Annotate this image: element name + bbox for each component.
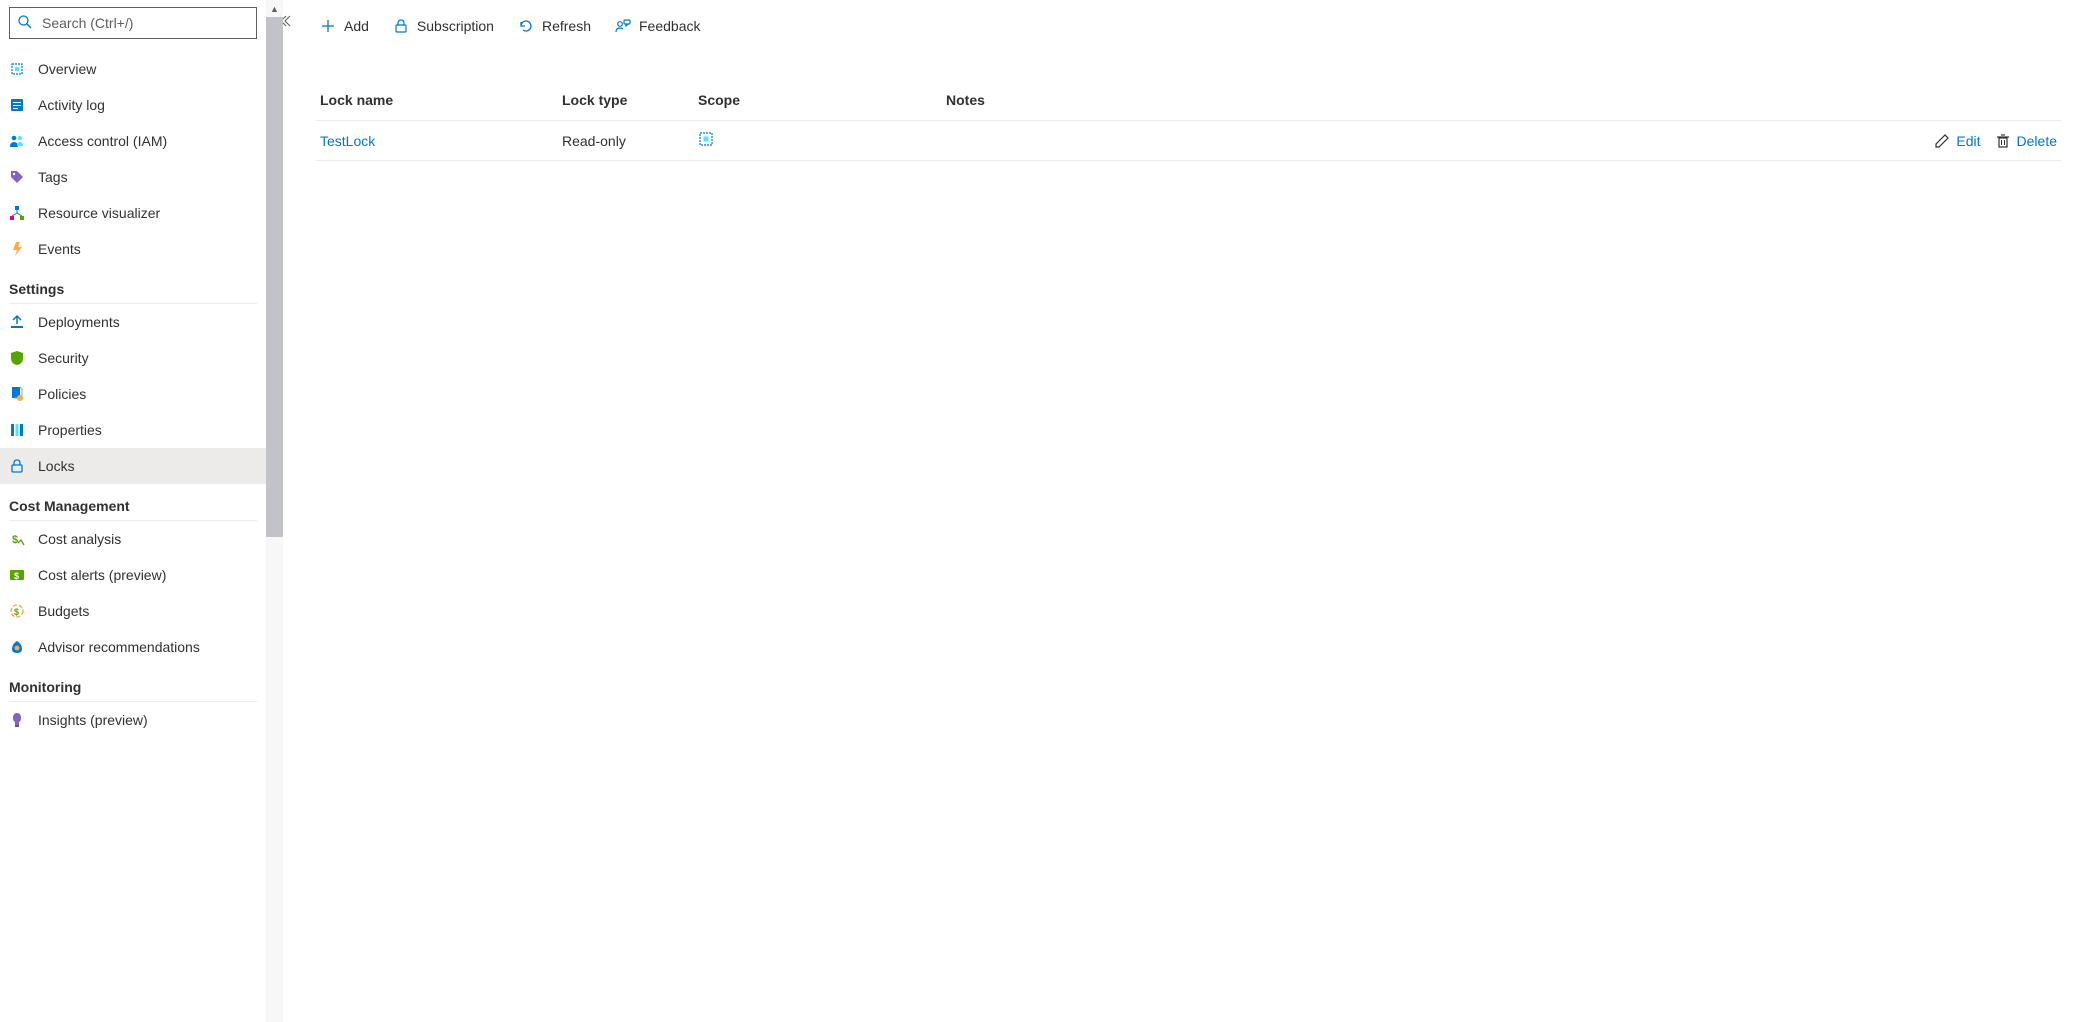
sidebar-item-label: Access control (IAM) [38,133,167,149]
edit-label: Edit [1956,133,1980,149]
toolbar-label: Subscription [417,18,494,34]
column-header-notes[interactable]: Notes [946,92,1861,108]
sidebar-section-settings: Settings [0,267,266,303]
sidebar-item-label: Cost alerts (preview) [38,567,166,583]
sidebar-item-access-control[interactable]: Access control (IAM) [0,123,266,159]
search-input[interactable] [9,7,257,39]
feedback-icon [615,18,631,34]
feedback-button[interactable]: Feedback [611,12,704,40]
sidebar-item-overview[interactable]: Overview [0,51,266,87]
resource-visualizer-icon [9,205,25,221]
main-content: Add Subscription Refresh Feedback [304,0,2091,1022]
sidebar-item-label: Cost analysis [38,531,121,547]
delete-button[interactable]: Delete [1995,133,2057,149]
sidebar: Overview Activity log Access control (IA… [0,0,266,1022]
sidebar-item-label: Locks [38,458,75,474]
properties-icon [9,422,25,438]
sidebar-item-label: Events [38,241,81,257]
locks-table: Lock name Lock type Scope Notes TestLock… [316,82,2061,161]
sidebar-item-locks[interactable]: Locks [0,448,266,484]
sidebar-item-policies[interactable]: Policies [0,376,266,412]
sidebar-item-cost-analysis[interactable]: $ Cost analysis [0,521,266,557]
search-wrapper [0,0,266,39]
sidebar-item-label: Overview [38,61,96,77]
access-control-icon [9,133,25,149]
sidebar-item-events[interactable]: Events [0,231,266,267]
budgets-icon: $ [9,603,25,619]
locks-icon [9,458,25,474]
column-header-type[interactable]: Lock type [562,92,698,108]
svg-text:$: $ [14,607,19,617]
policies-icon [9,386,25,402]
deployments-icon [9,314,25,330]
trash-icon [1995,133,2011,149]
sidebar-scroll: Overview Activity log Access control (IA… [0,51,266,1022]
sidebar-item-properties[interactable]: Properties [0,412,266,448]
sidebar-item-cost-alerts[interactable]: $ Cost alerts (preview) [0,557,266,593]
sidebar-item-label: Activity log [38,97,105,113]
tags-icon [9,169,25,185]
sidebar-item-budgets[interactable]: $ Budgets [0,593,266,629]
column-header-name[interactable]: Lock name [316,92,562,108]
delete-label: Delete [2017,133,2057,149]
sidebar-item-label: Deployments [38,314,120,330]
sidebar-item-label: Budgets [38,603,89,619]
sidebar-item-label: Security [38,350,89,366]
sidebar-item-label: Advisor recommendations [38,639,200,655]
lock-type-cell: Read-only [562,133,698,149]
pencil-icon [1934,133,1950,149]
plus-icon [320,18,336,34]
refresh-icon [518,18,534,34]
column-header-scope[interactable]: Scope [698,92,946,108]
sidebar-section-monitoring: Monitoring [0,665,266,701]
toolbar-label: Refresh [542,18,591,34]
table-row: TestLock Read-only Edit [316,121,2061,161]
events-icon [9,241,25,257]
toolbar: Add Subscription Refresh Feedback [316,2,2061,50]
svg-text:$: $ [12,534,18,546]
toolbar-label: Feedback [639,18,700,34]
toolbar-label: Add [344,18,369,34]
sidebar-item-resource-visualizer[interactable]: Resource visualizer [0,195,266,231]
resource-group-icon [698,131,714,147]
cost-analysis-icon: $ [9,531,25,547]
sidebar-item-security[interactable]: Security [0,340,266,376]
lock-scope-cell [698,131,946,150]
sidebar-item-label: Policies [38,386,86,402]
insights-icon [9,712,25,728]
sidebar-item-tags[interactable]: Tags [0,159,266,195]
add-button[interactable]: Add [316,12,373,40]
sidebar-item-label: Tags [38,169,68,185]
scrollbar-thumb[interactable] [266,17,283,537]
svg-text:$: $ [14,571,19,581]
sidebar-item-activity-log[interactable]: Activity log [0,87,266,123]
sidebar-item-label: Resource visualizer [38,205,160,221]
sidebar-item-insights[interactable]: Insights (preview) [0,702,266,738]
cost-alerts-icon: $ [9,567,25,583]
lock-name-link[interactable]: TestLock [316,133,562,149]
security-icon [9,350,25,366]
sidebar-item-label: Properties [38,422,102,438]
sidebar-item-advisor[interactable]: Advisor recommendations [0,629,266,665]
edit-button[interactable]: Edit [1934,133,1980,149]
sidebar-item-label: Insights (preview) [38,712,148,728]
resource-group-icon [9,61,25,77]
subscription-button[interactable]: Subscription [389,12,498,40]
advisor-icon [9,639,25,655]
refresh-button[interactable]: Refresh [514,12,595,40]
column-header-actions [1861,92,2061,108]
activity-log-icon [9,97,25,113]
scrollbar-up-icon[interactable]: ▲ [266,0,283,17]
sidebar-item-deployments[interactable]: Deployments [0,304,266,340]
table-header: Lock name Lock type Scope Notes [316,82,2061,121]
sidebar-scrollbar[interactable]: ▲ [266,0,283,1022]
sidebar-section-cost-management: Cost Management [0,484,266,520]
lock-icon [393,18,409,34]
